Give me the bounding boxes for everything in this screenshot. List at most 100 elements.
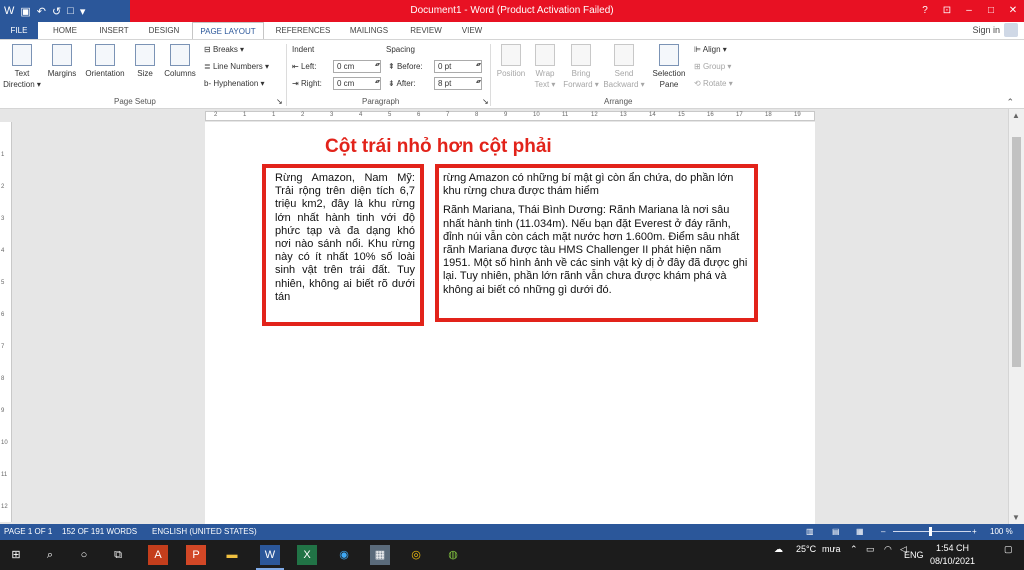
bring-forward-button[interactable]: Bring Forward ▾ <box>562 44 600 90</box>
windows-start-icon[interactable]: ⊞ <box>6 545 26 565</box>
page-setup-launcher-icon[interactable]: ↘ <box>276 97 283 106</box>
weather-temperature[interactable]: 25°C <box>796 544 816 554</box>
zoom-in-button[interactable]: + <box>972 527 977 536</box>
read-mode-icon[interactable]: ▥ <box>806 527 814 536</box>
align-button[interactable]: ⊫ Align ▾ <box>694 45 727 54</box>
edge-browser-icon[interactable]: ◉ <box>334 545 354 565</box>
tab-references[interactable]: REFERENCES <box>270 22 336 39</box>
tab-review[interactable]: REVIEW <box>404 22 448 39</box>
spacing-after-input[interactable]: 8 pt <box>434 77 482 90</box>
tab-home[interactable]: HOME <box>46 22 84 39</box>
ruler-tick-label: 4 <box>1 248 5 254</box>
align-icon: ⊫ <box>694 45 703 54</box>
chrome-browser-icon[interactable]: ◎ <box>406 545 426 565</box>
task-view-icon[interactable]: ⧉ <box>108 545 128 565</box>
breaks-button[interactable]: ⊟ Breaks ▾ <box>204 45 244 54</box>
right-column-paragraph[interactable]: Rãnh Mariana, Thái Bình Dương: Rãnh Mari… <box>443 204 748 296</box>
network-icon[interactable]: ◠ <box>884 544 892 555</box>
clock-time[interactable]: 1:54 CH <box>936 543 969 553</box>
app-icon[interactable]: ◍ <box>443 545 463 565</box>
columns-button[interactable]: Columns <box>160 44 200 79</box>
hyphenation-button[interactable]: b- Hyphenation ▾ <box>204 79 265 88</box>
ruler-tick-label: 6 <box>417 112 421 118</box>
orientation-button[interactable]: Orientation <box>82 44 128 79</box>
margins-button[interactable]: Margins <box>44 44 80 79</box>
ruler-tick-label: 17 <box>736 112 743 118</box>
right-column-text[interactable]: rừng Amazon có những bí mật gì còn ẩn ch… <box>443 172 748 303</box>
word-app-icon[interactable]: W <box>256 545 284 570</box>
excel-app-icon[interactable]: X <box>297 545 317 565</box>
horizontal-ruler[interactable]: 2 1 1 2 3 4 5 6 7 8 9 10 11 12 13 14 15 16 17 18 19 <box>0 110 1024 122</box>
spacing-before-input[interactable]: 0 pt <box>434 60 482 73</box>
selection-pane-button[interactable]: Selection Pane <box>648 44 690 90</box>
ruler-tick-label: 1 <box>243 112 247 118</box>
powerpoint-app-icon[interactable]: P <box>186 545 206 565</box>
ruler-tick-label: 3 <box>330 112 334 118</box>
vertical-scrollbar[interactable]: ▲ ▼ <box>1008 109 1024 524</box>
spacing-label: Spacing <box>386 45 415 54</box>
document-heading[interactable]: Cột trái nhỏ hơn cột phải <box>325 136 552 158</box>
size-icon <box>135 44 155 66</box>
clock-date[interactable]: 08/10/2021 <box>930 556 975 566</box>
minimize-button[interactable]: – <box>958 0 980 22</box>
rotate-button[interactable]: ⟲ Rotate ▾ <box>694 79 733 88</box>
ruler-tick-label: 2 <box>301 112 305 118</box>
status-bar: PAGE 1 OF 1 152 OF 191 WORDS ENGLISH (UN… <box>0 524 1024 540</box>
tab-mailings[interactable]: MAILINGS <box>342 22 396 39</box>
paragraph-launcher-icon[interactable]: ↘ <box>482 97 489 106</box>
position-button[interactable]: Position <box>494 44 528 79</box>
help-button[interactable]: ? <box>914 0 936 22</box>
weather-description[interactable]: mưa <box>822 544 841 554</box>
tab-design[interactable]: DESIGN <box>142 22 186 39</box>
file-explorer-icon[interactable]: ▬ <box>222 545 242 565</box>
tab-insert[interactable]: INSERT <box>92 22 136 39</box>
ribbon-display-options-button[interactable]: ⊡ <box>936 0 958 22</box>
word-count[interactable]: 152 OF 191 WORDS <box>62 527 137 536</box>
close-button[interactable]: ✕ <box>1002 0 1024 22</box>
wrap-text-button[interactable]: Wrap Text ▾ <box>530 44 560 90</box>
print-layout-icon[interactable]: ▤ <box>832 527 840 536</box>
ruler-tick-label: 9 <box>1 408 5 414</box>
ruler-tick-label: 5 <box>388 112 392 118</box>
tab-view[interactable]: VIEW <box>454 22 490 39</box>
send-backward-button[interactable]: Send Backward ▾ <box>602 44 646 90</box>
zoom-level[interactable]: 100 % <box>990 527 1013 536</box>
ruler-tick-label: 13 <box>620 112 627 118</box>
tab-page-layout[interactable]: PAGE LAYOUT <box>192 22 264 39</box>
sign-in-link[interactable]: Sign in <box>972 25 1000 35</box>
zoom-out-button[interactable]: – <box>881 527 885 536</box>
zoom-slider-thumb[interactable] <box>929 527 932 536</box>
weather-icon[interactable]: ☁ <box>774 544 783 555</box>
scrollbar-thumb[interactable] <box>1012 137 1021 367</box>
zoom-slider[interactable] <box>893 531 971 532</box>
language-indicator[interactable]: ENGLISH (UNITED STATES) <box>152 527 257 536</box>
document-page[interactable]: Cột trái nhỏ hơn cột phải Rừng Amazon, N… <box>205 122 815 524</box>
line-numbers-button[interactable]: ≣ Line Numbers ▾ <box>204 62 269 71</box>
breaks-icon: ⊟ <box>204 45 213 54</box>
tab-file[interactable]: FILE <box>0 22 38 39</box>
access-app-icon[interactable]: A <box>148 545 168 565</box>
scroll-up-icon[interactable]: ▲ <box>1012 111 1020 120</box>
calculator-icon[interactable]: ▦ <box>370 545 390 565</box>
indent-right-input[interactable]: 0 cm <box>333 77 381 90</box>
indent-left-input[interactable]: 0 cm <box>333 60 381 73</box>
group-button[interactable]: ⊞ Group ▾ <box>694 62 731 71</box>
vertical-ruler[interactable]: 1 2 3 4 5 6 7 8 9 10 11 12 <box>0 122 12 522</box>
page-count[interactable]: PAGE 1 OF 1 <box>4 527 52 536</box>
web-layout-icon[interactable]: ▦ <box>856 527 864 536</box>
text-direction-button[interactable]: Text Direction ▾ <box>3 44 41 90</box>
battery-icon[interactable]: ▭ <box>866 544 875 555</box>
show-hidden-icons[interactable]: ⌃ <box>850 544 858 555</box>
left-column-text[interactable]: Rừng Amazon, Nam Mỹ: Trải rộng trên diện… <box>275 172 415 320</box>
size-button[interactable]: Size <box>132 44 158 79</box>
input-language[interactable]: ENG <box>904 550 924 560</box>
cortana-icon[interactable]: ○ <box>74 545 94 565</box>
right-column-paragraph[interactable]: rừng Amazon có những bí mật gì còn ẩn ch… <box>443 172 748 198</box>
search-icon[interactable]: ⌕ <box>40 545 60 565</box>
scroll-down-icon[interactable]: ▼ <box>1012 513 1020 522</box>
account-icon[interactable] <box>1004 23 1018 37</box>
wrap-text-icon <box>535 44 555 66</box>
collapse-ribbon-icon[interactable]: ⌃ <box>1006 97 1014 108</box>
maximize-button[interactable]: □ <box>980 0 1002 22</box>
notifications-icon[interactable]: ▢ <box>1004 544 1013 555</box>
